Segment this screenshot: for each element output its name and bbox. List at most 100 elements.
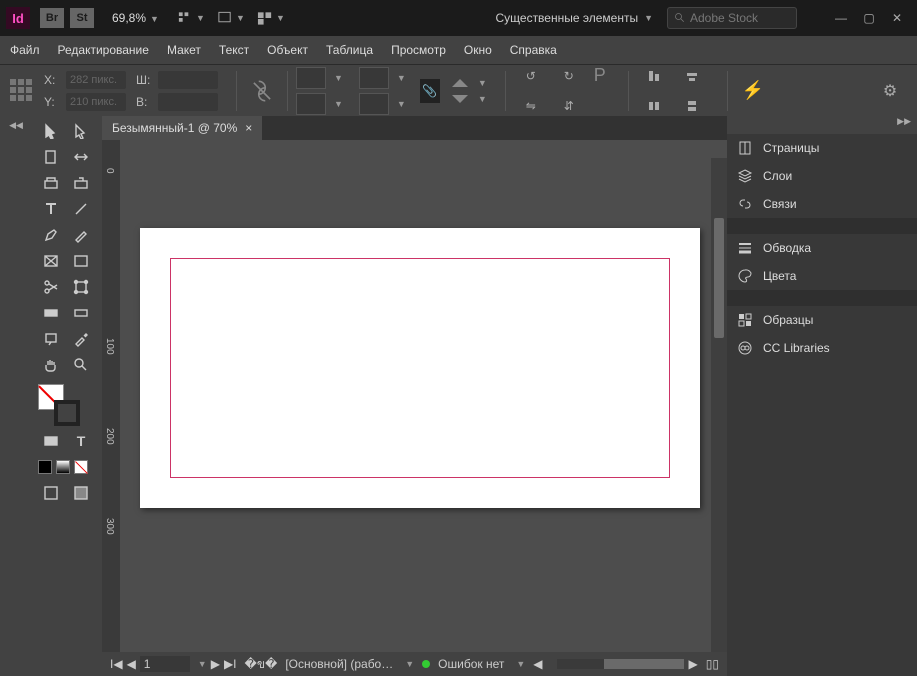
arrange-icon[interactable]: ▼ [257,7,285,29]
master-page-status[interactable]: [Основной] (рабо… [285,657,393,671]
stock-search-input[interactable]: Adobe Stock [667,7,797,29]
y-label: Y: [44,95,62,109]
panel-pages[interactable]: Страницы [727,134,917,162]
hand-tool-icon[interactable] [38,354,64,376]
stock-badge[interactable]: St [70,8,94,28]
view-mode-preview-icon[interactable] [68,482,94,504]
content-placer-icon[interactable] [68,172,94,194]
no-link-icon[interactable] [249,78,275,104]
flip-v-icon[interactable]: ⇵ [556,93,582,119]
menu-layout[interactable]: Макет [167,43,201,57]
attachment-icon[interactable]: 📎 [420,79,440,103]
w-field[interactable] [158,71,218,89]
page-number-field[interactable]: 1 [140,656,190,672]
horizontal-scrollbar[interactable] [557,659,675,669]
view-options-icon[interactable]: ▼ [177,7,205,29]
frame-fit-3[interactable] [359,67,389,89]
menu-file[interactable]: Файл [10,43,40,57]
pen-tool-icon[interactable] [38,224,64,246]
vertical-ruler[interactable]: 0 100 200 300 [102,158,120,652]
settings-gear-icon[interactable]: ⚙ [877,78,903,104]
panel-cc-libraries[interactable]: CC Libraries [727,334,917,362]
formatting-text-icon[interactable]: T [68,430,94,452]
formatting-container-icon[interactable] [38,430,64,452]
gradient-feather-tool-icon[interactable] [68,302,94,324]
panel-collapse-icon[interactable]: ▶▶ [727,116,917,134]
prev-page-icon[interactable]: ◀ [127,657,136,671]
page[interactable] [140,228,700,508]
panel-colour[interactable]: Цвета [727,262,917,290]
swatches-icon [737,312,753,328]
zoom-level[interactable]: 69,8%▼ [112,11,159,25]
menu-object[interactable]: Объект [267,43,308,57]
view-mode-normal-icon[interactable] [38,482,64,504]
menu-help[interactable]: Справка [510,43,557,57]
scissors-tool-icon[interactable] [38,276,64,298]
free-transform-tool-icon[interactable] [68,276,94,298]
preflight-status[interactable]: Ошибок нет [438,657,504,671]
frame-fit-2[interactable] [296,93,326,115]
vertical-scrollbar[interactable] [711,158,727,652]
document-tab[interactable]: Безымянный-1 @ 70% × [102,116,262,140]
menu-type[interactable]: Текст [219,43,249,57]
y-field[interactable]: 210 пикс. [66,93,126,111]
maximize-button[interactable]: ▢ [855,6,883,30]
frame-fit-4[interactable] [359,93,389,115]
bridge-badge[interactable]: Br [40,8,64,28]
type-tool-icon[interactable] [38,198,64,220]
toolbox: T [32,116,102,676]
last-page-icon[interactable]: ▶I [224,657,237,671]
x-field[interactable]: 282 пикс. [66,71,126,89]
close-button[interactable]: ✕ [883,6,911,30]
reference-point-icon[interactable] [10,79,34,103]
minimize-button[interactable]: ― [827,6,855,30]
menu-table[interactable]: Таблица [326,43,373,57]
flip-h-icon[interactable]: ⇋ [518,93,544,119]
eyedropper-tool-icon[interactable] [68,328,94,350]
panel-swatches[interactable]: Образцы [727,306,917,334]
next-page-icon[interactable]: ▶ [211,657,220,671]
note-tool-icon[interactable] [38,328,64,350]
align-icon-3[interactable] [641,93,667,119]
page-dropdown[interactable]: ▼ [198,659,207,669]
scroll-right-icon[interactable]: ▶ [689,657,698,671]
panel-stroke[interactable]: Обводка [727,234,917,262]
direct-selection-tool-icon[interactable] [68,120,94,142]
align-icon-1[interactable] [641,63,667,89]
fill-stroke-swatch[interactable] [38,384,80,426]
first-page-icon[interactable]: I◀ [110,657,123,671]
scroll-left-icon[interactable]: ◀ [533,657,542,671]
open-nav-icon[interactable]: �ข� [245,655,278,674]
left-collapse-strip[interactable]: ◀◀ [0,116,32,676]
line-tool-icon[interactable] [68,198,94,220]
selection-tool-icon[interactable] [38,120,64,142]
gap-tool-icon[interactable] [68,146,94,168]
x-label: X: [44,73,62,87]
pasteboard[interactable] [120,158,711,652]
rotate-cw-icon[interactable]: ↻ [556,63,582,89]
menu-window[interactable]: Окно [464,43,492,57]
align-icon-4[interactable] [679,93,705,119]
zoom-tool-icon[interactable] [68,354,94,376]
page-tool-icon[interactable] [38,146,64,168]
content-collector-icon[interactable] [38,172,64,194]
frame-fit-1[interactable] [296,67,326,89]
menu-edit[interactable]: Редактирование [58,43,149,57]
gpu-icon[interactable]: ⚡ [740,78,766,104]
gradient-swatch-tool-icon[interactable] [38,302,64,324]
rectangle-tool-icon[interactable] [68,250,94,272]
workspace-switcher[interactable]: Существенные элементы▼ [495,11,653,25]
split-view-icon[interactable]: ▯▯ [706,657,719,671]
pencil-tool-icon[interactable] [68,224,94,246]
h-field[interactable] [158,93,218,111]
panel-layers[interactable]: Слои [727,162,917,190]
screen-mode-icon[interactable]: ▼ [217,7,245,29]
panel-links[interactable]: Связи [727,190,917,218]
ruler-origin[interactable] [102,140,120,158]
align-icon-2[interactable] [679,63,705,89]
default-colors[interactable] [38,460,96,474]
close-tab-icon[interactable]: × [245,121,252,135]
menu-view[interactable]: Просмотр [391,43,446,57]
rotate-ccw-icon[interactable]: ↺ [518,63,544,89]
rectangle-frame-tool-icon[interactable] [38,250,64,272]
